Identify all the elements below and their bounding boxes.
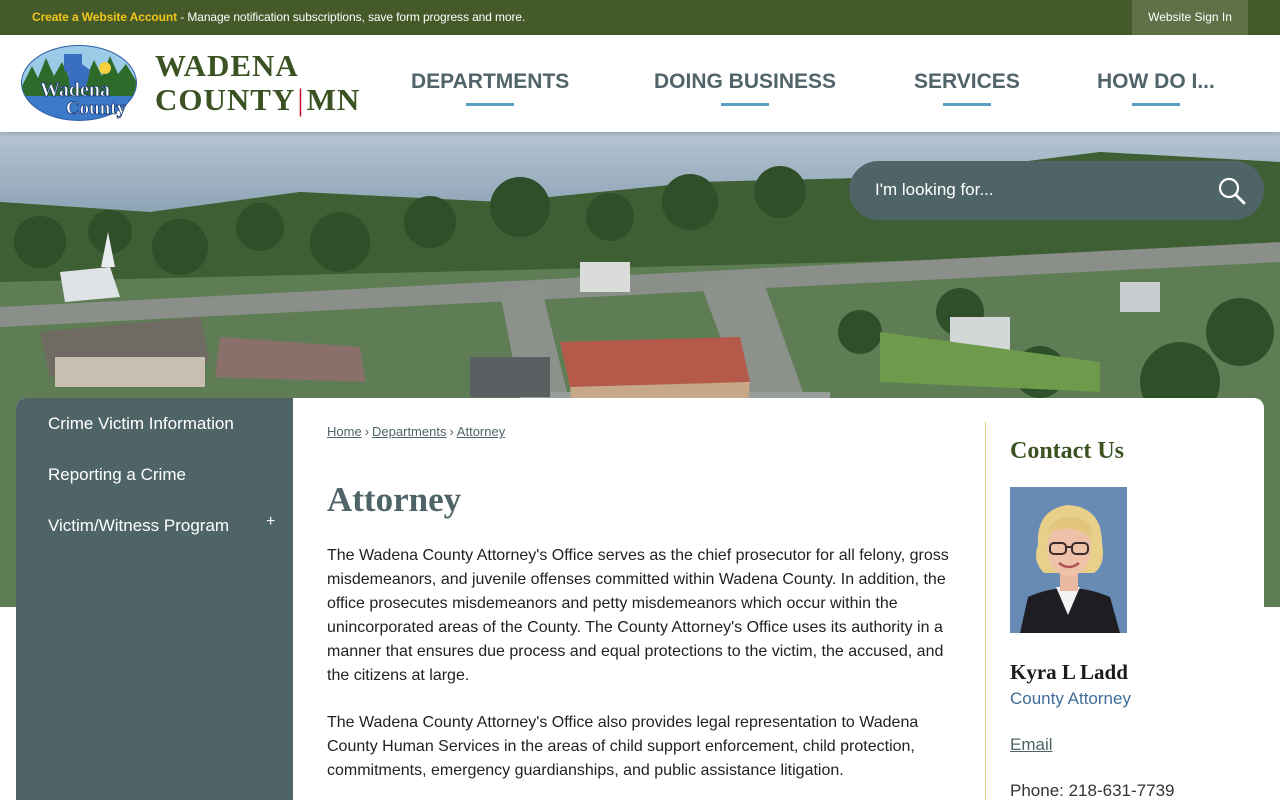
- site-name-county: COUNTY: [155, 82, 296, 117]
- site-header: Wadena County WADENA COUNTY|MN DEPARTMEN…: [0, 35, 1280, 132]
- breadcrumb-attorney[interactable]: Attorney: [457, 424, 505, 439]
- sidebar-item-victim-witness-program[interactable]: Victim/Witness Program: [48, 516, 229, 536]
- site-name[interactable]: WADENA COUNTY|MN: [155, 49, 360, 117]
- column-divider: [985, 422, 986, 800]
- search-input[interactable]: [875, 175, 1195, 205]
- nav-services-label: SERVICES: [914, 70, 1020, 93]
- nav-doing-business-label: DOING BUSINESS: [654, 70, 837, 93]
- intro-paragraph: The Wadena County Attorney's Office serv…: [327, 547, 949, 684]
- contact-name: Kyra L Ladd: [1010, 660, 1128, 684]
- breadcrumb-home[interactable]: Home: [327, 424, 362, 439]
- logo-badge-word-2: County: [66, 98, 127, 119]
- site-name-state: MN: [306, 82, 361, 117]
- nav-underline: [721, 103, 770, 106]
- nav-doing-business[interactable]: DOING BUSINESS: [654, 70, 837, 106]
- account-message-text: - Manage notification subscriptions, sav…: [176, 10, 526, 24]
- nav-departments[interactable]: DEPARTMENTS: [411, 70, 570, 106]
- contact-heading: Contact Us: [1010, 438, 1124, 464]
- sidebar-item-crime-victim-information[interactable]: Crime Victim Information: [48, 414, 234, 434]
- create-account-link[interactable]: Create a Website Account: [32, 10, 177, 24]
- search-icon[interactable]: [1217, 176, 1247, 206]
- sidebar-item-reporting-a-crime[interactable]: Reporting a Crime: [48, 465, 186, 485]
- nav-services[interactable]: SERVICES: [914, 70, 1020, 106]
- nav-underline: [1131, 103, 1180, 106]
- nav-how-do-i-label: HOW DO I...: [1097, 70, 1215, 93]
- contact-phone: Phone: 218-631-7739: [1010, 781, 1175, 800]
- sidebar-nav: Crime Victim Information Reporting a Cri…: [16, 398, 293, 800]
- site-name-line1: WADENA: [155, 48, 299, 83]
- site-name-divider: |: [297, 82, 305, 117]
- county-logo-badge[interactable]: Wadena County: [20, 44, 138, 122]
- nav-underline: [942, 103, 991, 106]
- expand-plus-icon[interactable]: +: [266, 513, 275, 531]
- site-name-line2: COUNTY|MN: [155, 83, 360, 117]
- account-message: Create a Website Account - Manage notifi…: [32, 10, 525, 24]
- breadcrumb-departments[interactable]: Departments: [372, 424, 446, 439]
- top-utility-bar: Create a Website Account - Manage notifi…: [0, 0, 1280, 35]
- site-search: [849, 161, 1264, 220]
- breadcrumb: Home › Departments › Attorney: [327, 424, 505, 439]
- breadcrumb-separator: ›: [364, 424, 370, 439]
- contact-role: County Attorney: [1010, 689, 1131, 708]
- attorney-portrait: [1010, 487, 1127, 633]
- website-sign-in-button[interactable]: Website Sign In: [1132, 0, 1248, 35]
- nav-how-do-i[interactable]: HOW DO I...: [1097, 70, 1215, 106]
- breadcrumb-separator: ›: [449, 424, 454, 439]
- services-paragraph: The Wadena County Attorney's Office also…: [327, 714, 919, 779]
- contact-email-link[interactable]: Email: [1010, 735, 1053, 755]
- page-title: Attorney: [327, 480, 462, 519]
- nav-underline: [466, 103, 515, 106]
- nav-departments-label: DEPARTMENTS: [411, 70, 570, 93]
- content-card: Crime Victim Information Reporting a Cri…: [16, 398, 1264, 800]
